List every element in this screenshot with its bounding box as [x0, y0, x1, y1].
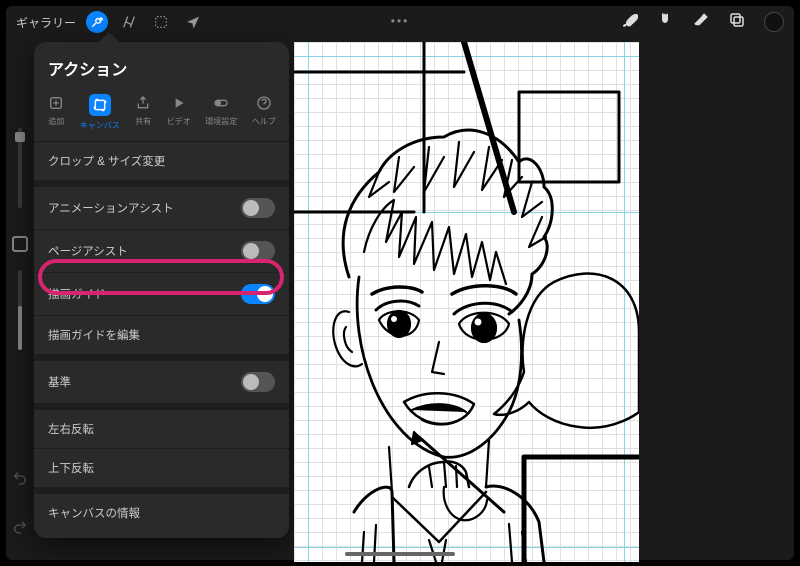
transform-button[interactable]	[182, 11, 204, 33]
row-edit-drawing-guide[interactable]: 描画ガイドを編集	[34, 316, 289, 355]
row-label: 基準	[48, 374, 71, 390]
smudge-tool[interactable]	[656, 11, 674, 34]
row-label: 上下反転	[48, 460, 94, 476]
layers-icon	[728, 11, 746, 29]
help-icon	[255, 94, 273, 112]
selection-button[interactable]	[150, 11, 172, 33]
actions-button[interactable]	[86, 11, 108, 33]
undo-icon	[12, 470, 28, 486]
panel-tabs: 追加 キャンバス 共有 ビデオ 環境設定 ヘルプ	[34, 90, 289, 142]
adjustments-button[interactable]	[118, 11, 140, 33]
toggle-reference[interactable]	[241, 372, 275, 392]
tab-prefs[interactable]: 環境設定	[205, 94, 237, 131]
opacity-slider[interactable]	[18, 270, 22, 350]
row-crop-resize[interactable]: クロップ & サイズ変更	[34, 142, 289, 181]
home-indicator	[345, 552, 455, 556]
artwork	[294, 42, 639, 562]
panel-title: アクション	[34, 42, 289, 90]
row-reference[interactable]: 基準	[34, 355, 289, 404]
tab-share[interactable]: 共有	[134, 94, 152, 131]
tab-label: 追加	[48, 116, 64, 127]
redo-button[interactable]	[12, 519, 28, 540]
tab-label: 共有	[135, 116, 151, 127]
gallery-button[interactable]: ギャラリー	[16, 14, 76, 31]
eraser-icon	[692, 11, 710, 29]
toggle-page-assist[interactable]	[241, 241, 275, 261]
row-label: ページアシスト	[48, 243, 128, 259]
actions-panel: アクション 追加 キャンバス 共有 ビデオ 環境設定	[34, 42, 289, 538]
add-icon	[47, 94, 65, 112]
tab-label: ビデオ	[167, 116, 191, 127]
canvas-icon	[89, 94, 111, 116]
more-button[interactable]: •••	[391, 14, 410, 28]
play-icon	[170, 94, 188, 112]
tab-label: キャンバス	[80, 120, 120, 131]
row-label: 描画ガイドを編集	[48, 327, 140, 343]
left-sidebar	[6, 38, 34, 560]
smudge-icon	[656, 11, 674, 29]
canvas[interactable]	[294, 42, 639, 562]
eraser-tool[interactable]	[692, 11, 710, 34]
share-icon	[134, 94, 152, 112]
tab-help[interactable]: ヘルプ	[252, 94, 276, 131]
tab-canvas[interactable]: キャンバス	[80, 94, 120, 131]
color-picker[interactable]	[764, 12, 784, 32]
row-label: アニメーションアシスト	[48, 200, 174, 216]
toggle-animation-assist[interactable]	[241, 198, 275, 218]
tab-video[interactable]: ビデオ	[167, 94, 191, 131]
row-label: キャンバスの情報	[48, 505, 140, 521]
row-label: クロップ & サイズ変更	[48, 153, 165, 169]
undo-button[interactable]	[12, 470, 28, 491]
redo-icon	[12, 519, 28, 535]
brush-size-slider[interactable]	[18, 128, 22, 208]
wrench-icon	[90, 15, 104, 29]
row-flip-vertical[interactable]: 上下反転	[34, 449, 289, 488]
brush-icon	[620, 11, 638, 29]
top-toolbar: ギャラリー •••	[6, 6, 794, 38]
prefs-icon	[212, 94, 230, 112]
tab-label: ヘルプ	[252, 116, 276, 127]
row-animation-assist[interactable]: アニメーションアシスト	[34, 181, 289, 230]
app-frame: ギャラリー •••	[6, 6, 794, 560]
row-canvas-info[interactable]: キャンバスの情報	[34, 488, 289, 532]
row-label: 描画ガイド	[48, 286, 106, 302]
tab-add[interactable]: 追加	[47, 94, 65, 131]
row-label: 左右反転	[48, 421, 94, 437]
row-flip-horizontal[interactable]: 左右反転	[34, 404, 289, 449]
row-page-assist[interactable]: ページアシスト	[34, 230, 289, 273]
row-drawing-guide[interactable]: 描画ガイド	[34, 273, 289, 316]
tab-label: 環境設定	[205, 116, 237, 127]
modify-button[interactable]	[12, 236, 28, 252]
toggle-drawing-guide[interactable]	[241, 284, 275, 304]
layers-button[interactable]	[728, 11, 746, 34]
brush-tool[interactable]	[620, 11, 638, 34]
